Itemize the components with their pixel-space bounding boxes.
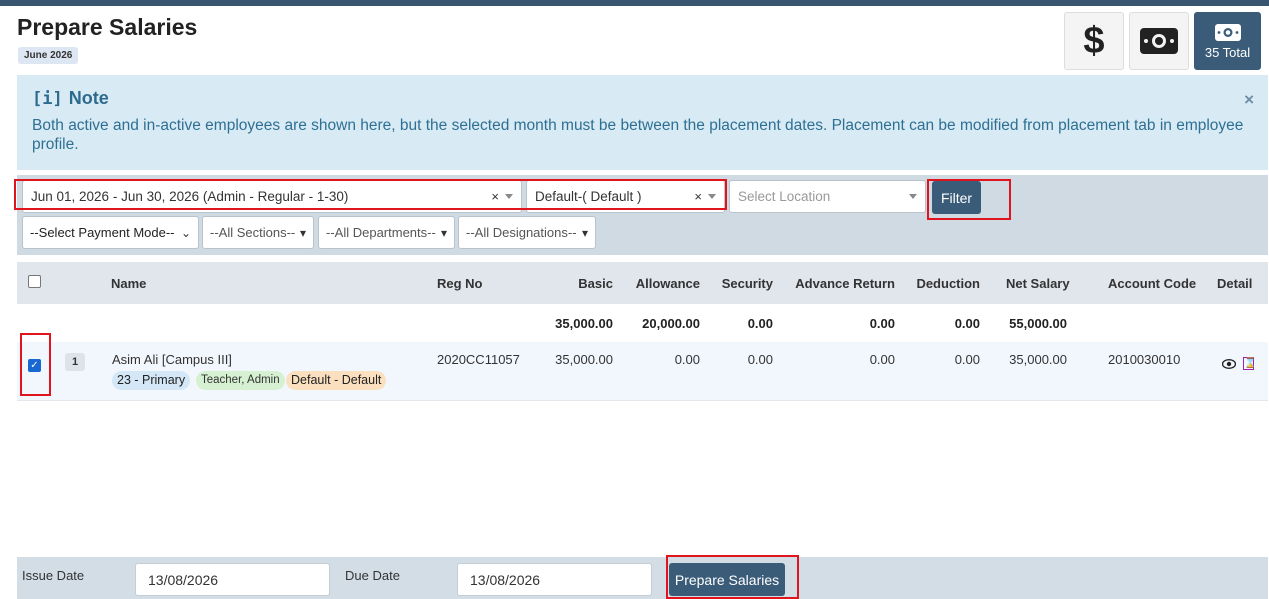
issue-date-label: Issue Date	[22, 568, 85, 583]
info-icon: [i]	[32, 88, 63, 109]
total-net-salary: 55,000.00	[1009, 316, 1067, 331]
period-select[interactable]: Jun 01, 2026 - Jun 30, 2026 (Admin - Reg…	[22, 180, 522, 213]
class-tag: 23 - Primary	[112, 371, 191, 390]
sections-select[interactable]: --All Sections-- ▾	[202, 216, 314, 249]
reg-no: 2020CC11057	[437, 352, 520, 367]
col-security: Security	[721, 276, 773, 291]
departments-value: --All Departments--	[326, 225, 436, 240]
chevron-down-icon: ▾	[440, 225, 447, 240]
departments-select[interactable]: --All Departments-- ▾	[318, 216, 455, 249]
salary-table: Name Reg No Basic Allowance Security Adv…	[17, 262, 1268, 401]
total-advance-return: 0.00	[869, 316, 895, 331]
col-reg-no: Reg No	[437, 276, 483, 291]
note-title: [i] Note	[32, 88, 1253, 109]
col-advance-return: Advance Return	[795, 276, 895, 291]
note-title-text: Note	[68, 88, 109, 108]
sections-value: --All Sections--	[210, 225, 296, 240]
total-allowance: 20,000.00	[642, 316, 700, 331]
clear-icon[interactable]: ×	[491, 189, 499, 204]
employee-name[interactable]: Asim Ali [Campus III]	[112, 352, 232, 367]
row-checkbox[interactable]: ✓	[28, 359, 41, 372]
caret-down-icon	[909, 194, 917, 199]
payment-mode-select[interactable]: --Select Payment Mode-- ⌄	[22, 216, 199, 249]
total-basic: 35,000.00	[555, 316, 613, 331]
default-select-value: Default-( Default )	[535, 189, 642, 204]
col-basic: Basic	[578, 276, 613, 291]
col-net-salary: Net Salary	[1006, 276, 1070, 291]
default-tag: Default - Default	[286, 371, 387, 390]
note-alert: [i] Note Both active and in-active emplo…	[17, 75, 1268, 170]
basic-value: 35,000.00	[555, 352, 613, 367]
filter-button[interactable]: Filter	[932, 181, 981, 214]
cash-icon	[1140, 28, 1178, 54]
designations-select[interactable]: --All Designations-- ▾	[458, 216, 596, 249]
caret-down-icon	[505, 194, 513, 199]
select-all-checkbox[interactable]	[28, 275, 41, 288]
chevron-down-icon: ▾	[581, 225, 588, 240]
total-security: 0.00	[747, 316, 773, 331]
location-placeholder: Select Location	[738, 189, 831, 204]
col-deduction: Deduction	[916, 276, 980, 291]
dollar-icon: $	[1083, 20, 1105, 62]
col-name: Name	[111, 276, 147, 291]
note-text: Both active and in-active employees are …	[32, 117, 1244, 153]
due-date-input[interactable]: 13/08/2026	[457, 563, 652, 596]
role-tag: Teacher, Admin	[196, 371, 285, 390]
prepare-salaries-button[interactable]: Prepare Salaries	[669, 563, 785, 596]
cash-button[interactable]	[1129, 12, 1189, 70]
total-deduction: 0.00	[954, 316, 980, 331]
designations-value: --All Designations--	[466, 225, 577, 240]
totals-row: 35,000.00 20,000.00 0.00 0.00 0.00 55,00…	[17, 304, 1268, 342]
due-date-label: Due Date	[345, 568, 400, 583]
col-allowance: Allowance	[635, 276, 700, 291]
allowance-value: 0.00	[674, 352, 700, 367]
total-label: 35 Total	[1204, 44, 1251, 60]
table-row[interactable]: ✓ 1 Asim Ali [Campus III] 23 - Primary T…	[17, 342, 1268, 401]
default-select[interactable]: Default-( Default ) ×	[526, 180, 725, 213]
caret-down-icon	[708, 194, 716, 199]
close-icon[interactable]: ×	[1244, 90, 1254, 110]
chevron-down-icon: ▾	[299, 225, 306, 240]
col-account-code: Account Code	[1108, 276, 1197, 291]
month-badge: June 2026	[18, 47, 79, 64]
clear-icon[interactable]: ×	[694, 189, 702, 204]
security-value: 0.00	[747, 352, 773, 367]
period-select-value: Jun 01, 2026 - Jun 30, 2026 (Admin - Reg…	[31, 189, 349, 204]
top-bar	[0, 0, 1269, 6]
cash-icon	[1214, 23, 1241, 41]
hourglass-icon[interactable]: ⌛	[1243, 357, 1256, 370]
advance-return-value: 0.00	[869, 352, 895, 367]
table-header: Name Reg No Basic Allowance Security Adv…	[17, 262, 1268, 304]
account-code: 2010030010	[1108, 352, 1181, 367]
total-button[interactable]: 35 Total	[1194, 12, 1261, 70]
page-title: Prepare Salaries	[17, 14, 198, 40]
payment-mode-value: --Select Payment Mode--	[30, 225, 175, 240]
issue-date-input[interactable]: 13/08/2026	[135, 563, 330, 596]
col-detail: Detail	[1217, 276, 1253, 291]
chevron-down-icon: ⌄	[180, 225, 191, 240]
location-select[interactable]: Select Location	[729, 180, 926, 213]
row-index-badge: 1	[65, 353, 85, 371]
salary-button[interactable]: $	[1064, 12, 1124, 70]
net-salary-value: 35,000.00	[1009, 352, 1067, 367]
eye-icon[interactable]	[1222, 359, 1236, 369]
deduction-value: 0.00	[954, 352, 980, 367]
